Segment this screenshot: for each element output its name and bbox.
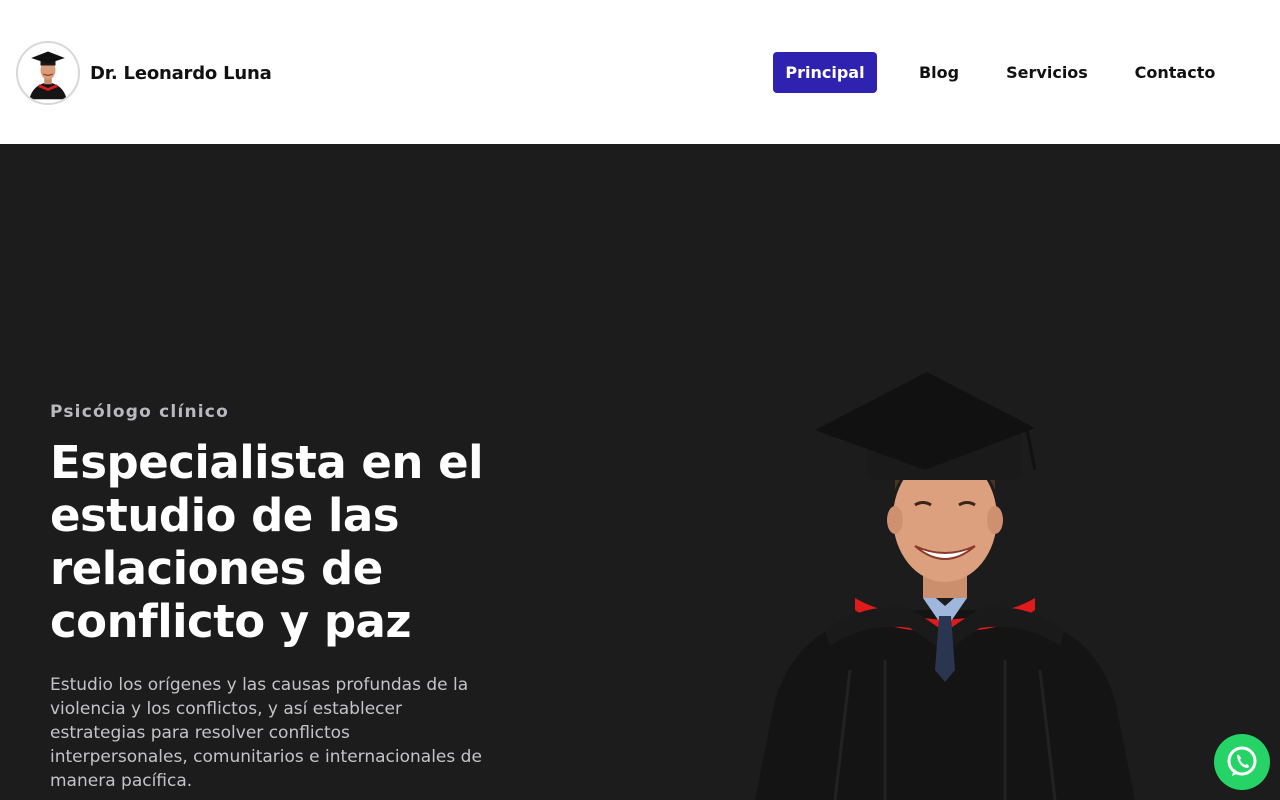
graduate-portrait [755, 372, 1135, 800]
nav-item-contacto[interactable]: Contacto [1125, 52, 1225, 93]
hero-lead: Estudio los orígenes y las causas profun… [50, 675, 482, 791]
nav-item-principal[interactable]: Principal [773, 52, 877, 93]
avatar [16, 41, 80, 105]
brand[interactable]: Dr. Leonardo Luna [16, 41, 272, 105]
whatsapp-icon [1227, 746, 1257, 776]
hero-section: Psicólogo clínico Especialista en el est… [0, 144, 1280, 800]
whatsapp-button[interactable] [1214, 734, 1270, 790]
nav-item-servicios[interactable]: Servicios [997, 52, 1097, 93]
nav-item-blog[interactable]: Blog [909, 52, 969, 93]
main-nav: Principal Blog Servicios Contacto [773, 52, 1225, 93]
brand-name[interactable]: Dr. Leonardo Luna [90, 63, 272, 84]
site-header: Dr. Leonardo Luna Principal Blog Servici… [0, 0, 1280, 144]
hero-headline: Especialista en el estudio de las relaci… [50, 436, 484, 648]
hero-eyebrow: Psicólogo clínico [50, 402, 229, 422]
